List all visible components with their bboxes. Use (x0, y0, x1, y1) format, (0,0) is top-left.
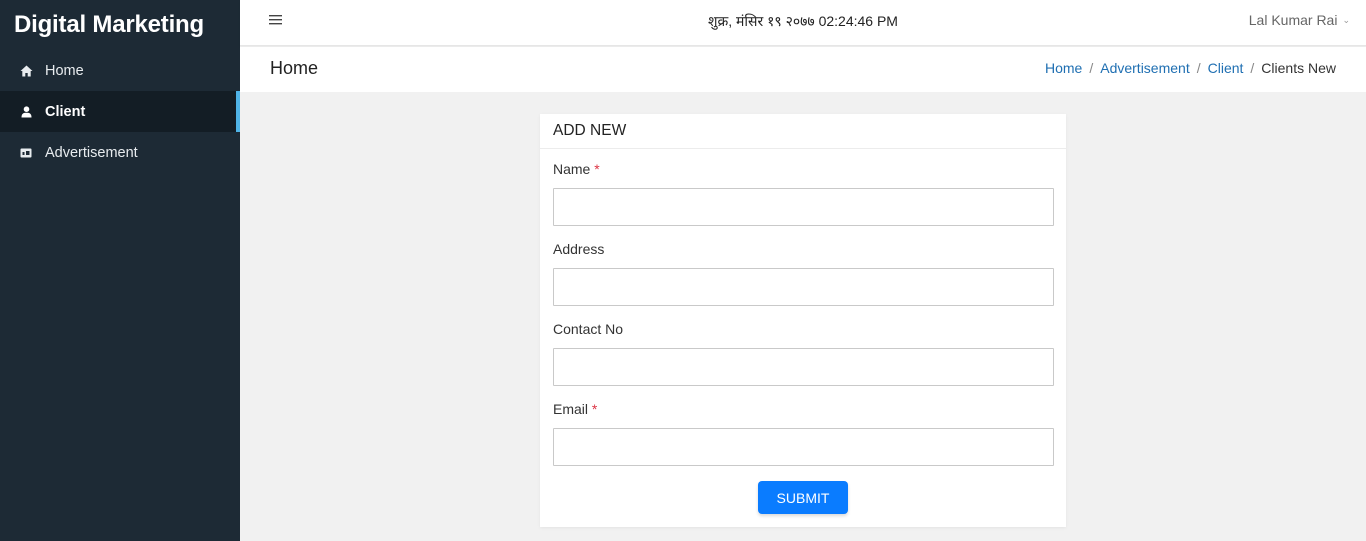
home-icon (19, 64, 33, 78)
sidebar: Digital Marketing Home Client Advertisem… (0, 0, 240, 541)
sidebar-item-label: Home (45, 62, 84, 79)
contact-no-field[interactable] (553, 348, 1054, 386)
sidebar-item-client[interactable]: Client (0, 91, 240, 132)
form-title: ADD NEW (540, 114, 1066, 149)
breadcrumb-separator: / (1196, 60, 1201, 76)
submit-button[interactable]: SUBMIT (758, 481, 848, 514)
sidebar-item-label: Client (45, 103, 86, 120)
chevron-down-icon: ⌄ (1342, 14, 1350, 25)
ad-icon (19, 146, 33, 160)
required-mark: * (591, 401, 598, 417)
breadcrumb: Home / Advertisement / Client / Clients … (1045, 60, 1336, 76)
required-mark: * (594, 161, 600, 177)
brand-title: Digital Marketing (14, 11, 204, 38)
address-field[interactable] (553, 268, 1054, 306)
breadcrumb-advertisement[interactable]: Advertisement (1100, 60, 1189, 76)
breadcrumb-home[interactable]: Home (1045, 60, 1082, 76)
email-field[interactable] (553, 428, 1054, 466)
contact-no-label: Contact No (553, 321, 623, 337)
contact-no-label-text: Contact No (553, 321, 624, 337)
name-label: Name * (553, 161, 600, 177)
address-label: Address (553, 241, 604, 257)
user-name: Lal Kumar Rai (1248, 12, 1338, 28)
breadcrumb-current: Clients New (1261, 60, 1336, 76)
address-label-text: Address (553, 241, 605, 257)
user-icon (19, 105, 33, 119)
page-title: Home (270, 58, 319, 78)
add-new-form: ADD NEW Name * Address Contact No Email … (540, 114, 1066, 527)
name-field[interactable] (553, 188, 1054, 226)
sidebar-item-label: Advertisement (45, 144, 138, 161)
breadcrumb-separator: / (1250, 60, 1255, 76)
breadcrumb-separator: / (1089, 60, 1094, 76)
breadcrumb-client[interactable]: Client (1208, 60, 1244, 76)
sidebar-item-home[interactable]: Home (0, 50, 240, 91)
sidebar-item-advertisement[interactable]: Advertisement (0, 132, 240, 173)
user-menu[interactable]: Lal Kumar Rai ⌄ (1249, 12, 1350, 28)
current-datetime: शुक्र, मंसिर १९ २०७७ 02:24:46 PM (708, 13, 898, 29)
name-label-text: Name (553, 161, 591, 177)
page-header: Home Home / Advertisement / Client / Cli… (240, 47, 1366, 92)
email-label-text: Email (553, 401, 589, 417)
email-label: Email * (553, 401, 597, 417)
top-bar: शुक्र, मंसिर १९ २०७७ 02:24:46 PM Lal Kum… (240, 0, 1366, 46)
